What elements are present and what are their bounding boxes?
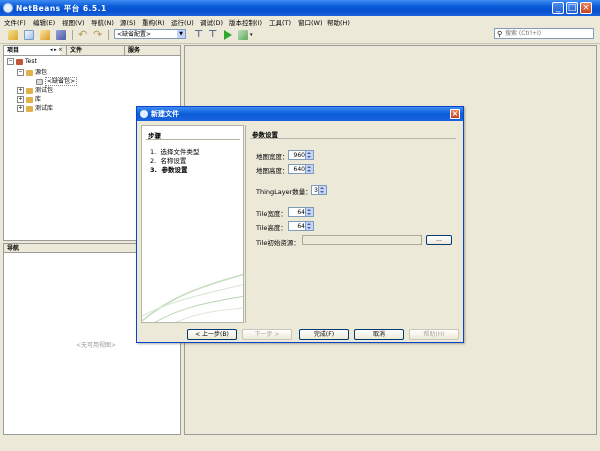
expand-icon[interactable]: + (17, 87, 24, 94)
thinglayer-count-spinner[interactable]: 3 (311, 185, 327, 195)
content-pane: 参数设置 地图宽度： 960 地图高度： 640 ThingLayer数量： 3… (245, 125, 459, 323)
save-all-icon[interactable] (56, 30, 66, 40)
library-icon (26, 105, 33, 112)
dialog-close-button[interactable]: × (450, 109, 460, 119)
search-icon: ⚲ (497, 30, 503, 38)
dialog-title: 新建文件 (151, 110, 179, 118)
map-height-label: 地图高度： (256, 167, 289, 175)
clean-build-icon[interactable]: ⊤ (194, 30, 204, 40)
configuration-value: <缺省配置> (117, 31, 152, 38)
redo-icon[interactable]: ↷ (93, 29, 103, 40)
menu-view[interactable]: 视图(V) (62, 17, 85, 27)
tab-files[interactable]: 文件 (66, 46, 122, 55)
tree-item-label: Test (25, 58, 37, 65)
panel-tabs: 项目 ◂ ▸ × 文件 服务 (4, 46, 180, 56)
menu-debug[interactable]: 调试(D) (200, 17, 223, 27)
library-icon (26, 96, 33, 103)
tree-item-test-libraries[interactable]: + 测试库 (17, 103, 53, 112)
collapse-icon[interactable]: − (17, 69, 24, 76)
navigator-empty-text: <无可用视图> (76, 342, 117, 349)
spinner-arrows-icon[interactable] (305, 165, 313, 173)
tree-item-label: 测试库 (35, 105, 54, 112)
thinglayer-count-label: ThingLayer数量： (256, 188, 312, 196)
menu-file[interactable]: 文件(F) (4, 17, 26, 27)
tree-item-test-packages[interactable]: + 测试包 (17, 85, 53, 94)
close-icon[interactable]: ◂ ▸ × (50, 47, 62, 53)
expand-icon[interactable]: + (17, 96, 24, 103)
spinner-arrows-icon[interactable] (305, 151, 313, 159)
tree-item-default-package[interactable]: <缺省包> (36, 76, 78, 86)
spinner-arrows-icon[interactable] (305, 222, 313, 230)
spinner-arrows-icon[interactable] (318, 186, 326, 194)
new-file-icon[interactable] (24, 30, 34, 40)
tile-width-spinner[interactable]: 64 (288, 207, 314, 217)
build-icon[interactable]: ⊤ (208, 30, 218, 40)
folder-icon (26, 87, 33, 94)
tree-item-label: 测试包 (35, 87, 54, 94)
tree-item-label: 库 (35, 96, 42, 103)
configuration-select[interactable]: <缺省配置> ▼ (114, 29, 186, 39)
netbeans-logo-icon (140, 110, 148, 118)
next-button[interactable]: 下一步 > (242, 329, 292, 340)
browse-button[interactable]: ... (426, 235, 452, 245)
window-title: NetBeans 平台 6.5.1 (16, 4, 107, 13)
tab-services[interactable]: 服务 (124, 46, 180, 55)
help-button[interactable]: 帮助(H) (409, 329, 459, 340)
back-button[interactable]: < 上一步(B) (187, 329, 237, 340)
menu-navigate[interactable]: 导航(N) (91, 17, 114, 27)
chevron-down-icon[interactable]: ▾ (250, 30, 260, 40)
tree-item-libraries[interactable]: + 库 (17, 94, 41, 103)
menu-refactor[interactable]: 重构(R) (142, 17, 165, 27)
menu-edit[interactable]: 编辑(E) (33, 17, 55, 27)
status-bar (0, 438, 600, 451)
debug-icon[interactable] (238, 30, 248, 40)
close-button[interactable]: × (580, 2, 592, 14)
tile-height-label: Tile高度： (256, 224, 287, 232)
finish-button[interactable]: 完成(F) (299, 329, 349, 340)
tree-item-label: 源包 (35, 69, 48, 76)
new-project-icon[interactable] (8, 30, 18, 40)
new-file-dialog: 新建文件 × 步骤 1. 选择文件类型 2. 名称设置 3. 参数设置 参数设置… (136, 106, 464, 343)
menu-help[interactable]: 帮助(H) (327, 17, 350, 27)
tile-height-spinner[interactable]: 64 (288, 221, 314, 231)
tree-item-source-packages[interactable]: − 源包 (17, 67, 47, 76)
expand-icon[interactable]: + (17, 105, 24, 112)
project-icon (16, 58, 23, 65)
decorative-swirl-graphic (142, 273, 243, 322)
menu-bar: 文件(F) 编辑(E) 视图(V) 导航(N) 源(S) 重构(R) 运行(U)… (0, 16, 600, 27)
open-project-icon[interactable] (40, 30, 50, 40)
minimize-button[interactable]: _ (552, 2, 564, 14)
cancel-button[interactable]: 取消 (354, 329, 404, 340)
run-icon[interactable] (224, 30, 232, 40)
search-input[interactable] (494, 28, 594, 39)
tile-width-label: Tile宽度： (256, 210, 287, 218)
menu-run[interactable]: 运行(U) (171, 17, 194, 27)
collapse-icon[interactable]: − (7, 58, 14, 65)
menu-source[interactable]: 源(S) (120, 17, 136, 27)
tile-resource-label: Tile初始资源： (256, 239, 300, 247)
spinner-arrows-icon[interactable] (305, 208, 313, 216)
package-icon (36, 78, 43, 85)
folder-icon (26, 69, 33, 76)
steps-pane: 步骤 1. 选择文件类型 2. 名称设置 3. 参数设置 (141, 125, 244, 323)
map-height-spinner[interactable]: 640 (288, 164, 314, 174)
maximize-button[interactable]: □ (566, 2, 578, 14)
undo-icon[interactable]: ↶ (78, 29, 88, 40)
menu-tools[interactable]: 工具(T) (269, 17, 291, 27)
dialog-title-bar: 新建文件 × (137, 107, 463, 121)
menu-version-control[interactable]: 版本控制(I) (229, 17, 262, 27)
map-width-spinner[interactable]: 960 (288, 150, 314, 160)
netbeans-logo-icon (3, 3, 13, 13)
tile-resource-field[interactable] (302, 235, 422, 245)
tree-item-test[interactable]: − Test (7, 58, 37, 65)
map-width-label: 地图宽度： (256, 153, 289, 161)
chevron-down-icon[interactable]: ▼ (177, 30, 185, 38)
step-item-current: 3. 参数设置 (150, 166, 188, 174)
menu-window[interactable]: 窗口(W) (298, 17, 323, 27)
window-title-bar: NetBeans 平台 6.5.1 _ □ × (0, 0, 600, 16)
